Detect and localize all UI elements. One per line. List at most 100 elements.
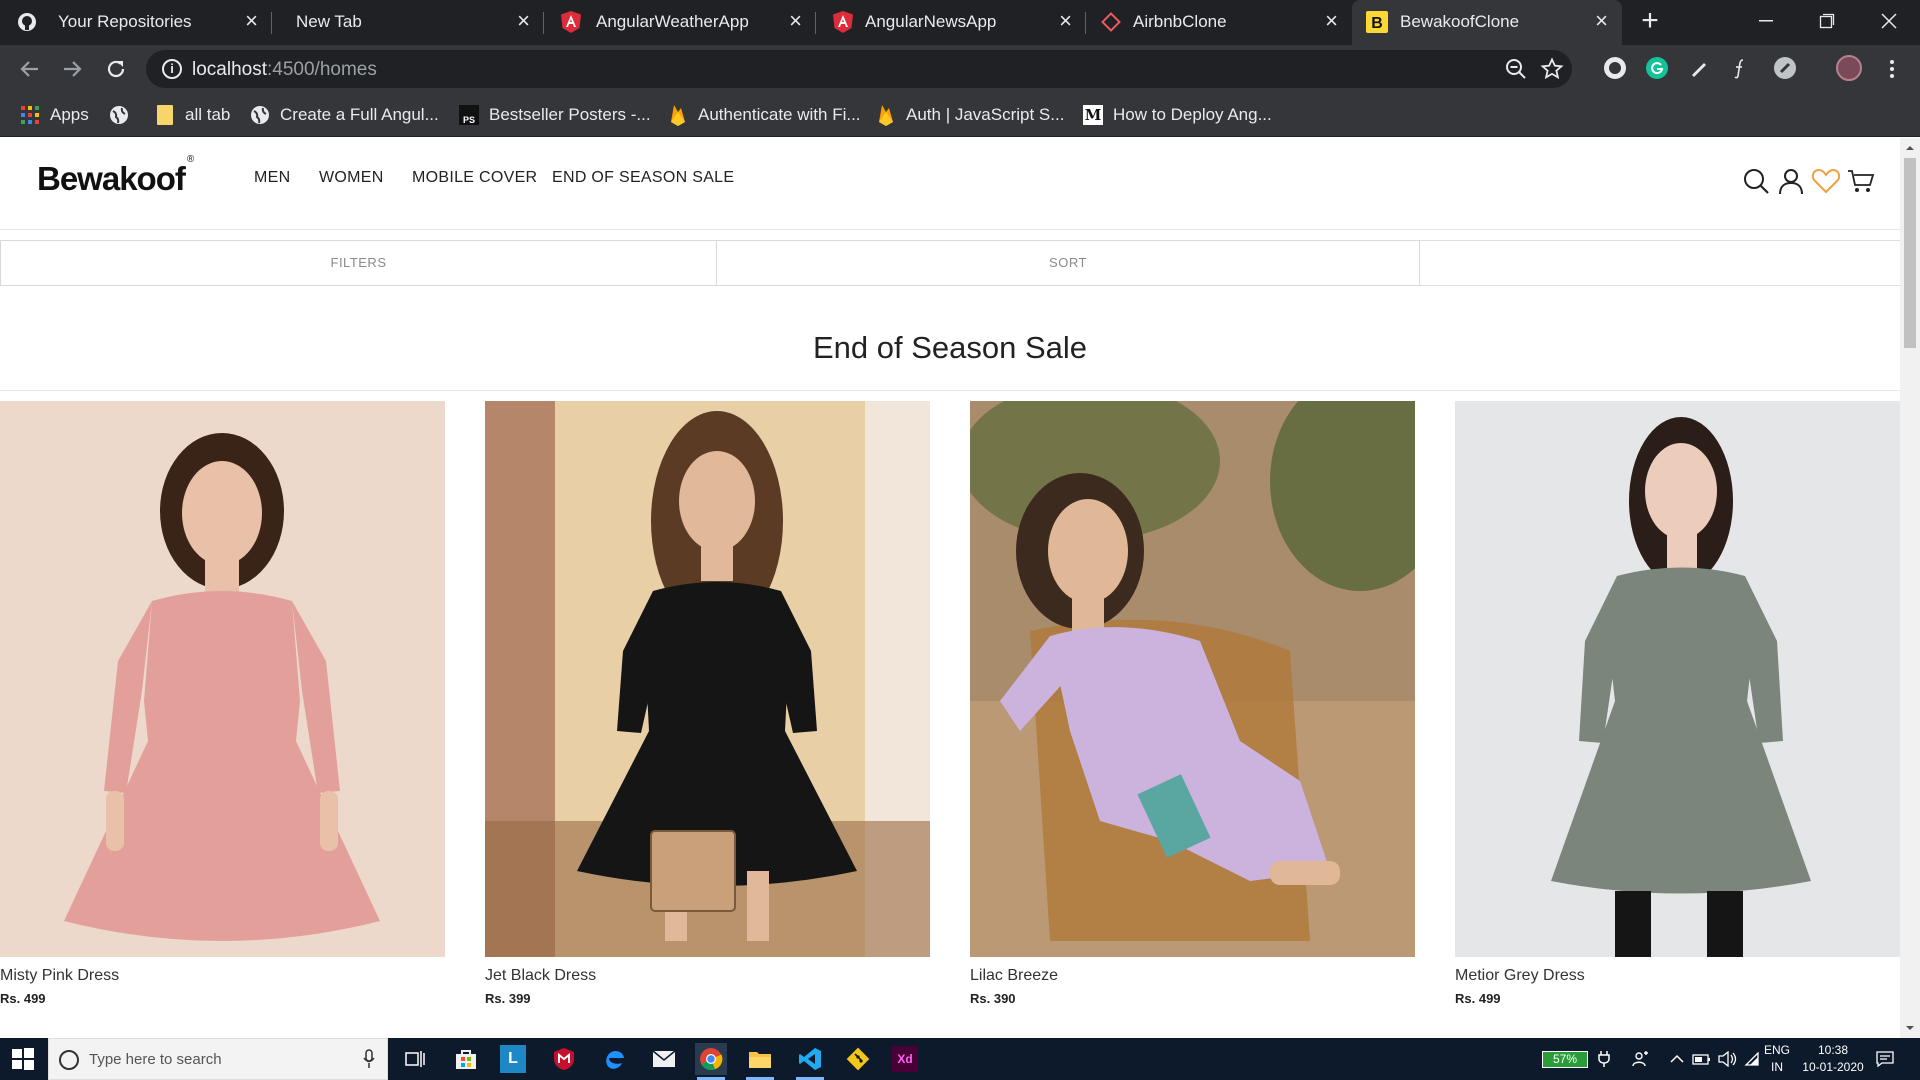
page-scrollbar[interactable] (1900, 138, 1920, 1038)
mail-icon[interactable] (648, 1043, 680, 1075)
taskbar-search-input[interactable]: Type here to search (48, 1038, 388, 1080)
volume-icon[interactable] (1718, 1038, 1738, 1080)
extension-icon[interactable] (1774, 57, 1796, 79)
product-name[interactable]: Metior Grey Dress (1455, 967, 1585, 985)
url-text[interactable]: localhost:4500/homes (192, 59, 377, 81)
product-image[interactable] (1455, 401, 1900, 957)
clock-date: 10-01-2020 (1802, 1060, 1864, 1074)
windows-taskbar: Type here to search L Xd 57% ENG IN 10:3… (0, 1038, 1920, 1080)
angular-icon (560, 11, 582, 33)
close-icon[interactable]: × (789, 9, 802, 33)
store-icon[interactable] (450, 1043, 482, 1075)
product-image[interactable] (485, 401, 930, 957)
scroll-up-arrow-icon[interactable] (1904, 142, 1916, 154)
task-view-icon[interactable] (400, 1043, 432, 1075)
product-name[interactable]: Jet Black Dress (485, 967, 596, 985)
apps-grid-icon (20, 105, 40, 125)
tab-your-repositories[interactable]: Your Repositories × (0, 0, 272, 45)
bookmark-label: all tab (185, 104, 231, 124)
close-icon[interactable]: × (1059, 9, 1072, 33)
tab-label: New Tab (296, 12, 362, 31)
menu-kebab-icon[interactable] (1876, 53, 1908, 85)
bookmark-globe[interactable] (109, 92, 139, 137)
windows-start-icon[interactable] (12, 1048, 34, 1070)
wifi-icon[interactable] (1744, 1038, 1760, 1080)
back-icon[interactable] (14, 53, 46, 85)
site-logo[interactable]: Bewakoof® (37, 154, 194, 198)
close-icon[interactable]: × (245, 9, 258, 33)
power-plug-icon[interactable] (1598, 1038, 1610, 1080)
action-center-icon[interactable] (1876, 1038, 1894, 1080)
close-icon[interactable]: × (517, 9, 530, 33)
people-icon[interactable] (1632, 1038, 1650, 1080)
edge-icon[interactable] (598, 1043, 630, 1075)
tab-angular-news-app[interactable]: AngularNewsApp × (816, 0, 1086, 45)
restore-icon[interactable] (1812, 6, 1842, 36)
bookmark-apps[interactable]: Apps (20, 92, 89, 137)
bookmark-star-icon[interactable] (1540, 57, 1564, 81)
nav-end-of-season-sale[interactable]: END OF SEASON SALE (552, 169, 734, 187)
window-close-icon[interactable] (1874, 6, 1904, 36)
vscode-icon[interactable] (794, 1043, 826, 1080)
l-app-icon[interactable]: L (500, 1045, 526, 1073)
angular-icon (832, 11, 854, 33)
product-name[interactable]: Lilac Breeze (970, 967, 1058, 985)
cart-icon[interactable] (1846, 166, 1876, 196)
reload-icon[interactable] (100, 53, 132, 85)
battery-indicator[interactable]: 57% (1542, 1051, 1588, 1068)
site-info-icon[interactable]: i (162, 59, 182, 79)
scrollbar-thumb[interactable] (1904, 158, 1916, 348)
wishlist-heart-icon[interactable] (1811, 166, 1841, 196)
close-icon[interactable]: × (1325, 9, 1338, 33)
bookmark-label: Bestseller Posters -... (489, 104, 651, 124)
bookmark-label: Create a Full Angul... (280, 104, 439, 124)
taskbar-clock[interactable]: 10:38 10-01-2020 (1800, 1042, 1866, 1076)
bookmark-authenticate-firebase[interactable]: Authenticate with Fi... (668, 92, 861, 137)
bookmark-auth-javascript[interactable]: Auth | JavaScript S... (876, 92, 1064, 137)
grammarly-icon[interactable] (1646, 57, 1668, 79)
profile-avatar[interactable] (1836, 55, 1862, 81)
user-icon[interactable] (1776, 166, 1806, 196)
product-price: Rs. 499 (1455, 991, 1501, 1006)
tab-angular-weather-app[interactable]: AngularWeatherApp × (544, 0, 816, 45)
network-battery-icon[interactable] (1692, 1038, 1712, 1080)
bookmark-all-tab[interactable]: all tab (155, 92, 230, 137)
show-hidden-icons-chevron-icon[interactable] (1670, 1038, 1684, 1080)
nav-women[interactable]: WOMEN (319, 169, 384, 187)
pen-extension-icon[interactable] (1688, 57, 1710, 79)
filters-button[interactable]: FILTERS (0, 240, 717, 286)
microphone-icon[interactable] (363, 1049, 375, 1074)
bookmark-bestseller-posters[interactable]: PS Bestseller Posters -... (459, 92, 651, 137)
section-title: End of Season Sale (812, 330, 1088, 365)
sort-button[interactable]: SORT (716, 240, 1420, 286)
product-name[interactable]: Misty Pink Dress (0, 967, 119, 985)
mcafee-icon[interactable] (548, 1043, 580, 1075)
zoom-icon[interactable] (1504, 57, 1528, 81)
product-image[interactable] (0, 401, 445, 957)
tab-airbnb-clone[interactable]: AirbnbClone × (1086, 0, 1352, 45)
bookmark-how-to-deploy[interactable]: M How to Deploy Ang... (1083, 92, 1272, 137)
minimize-icon[interactable] (1751, 6, 1781, 36)
file-explorer-icon[interactable] (744, 1043, 776, 1080)
tab-bewakoof-clone[interactable]: B BewakoofClone × (1352, 0, 1622, 45)
tab-new-tab[interactable]: New Tab × (272, 0, 544, 45)
scroll-down-arrow-icon[interactable] (1904, 1022, 1916, 1034)
tab-label: Your Repositories (58, 12, 192, 31)
clock-time: 10:38 (1817, 1043, 1849, 1057)
formula-extension-icon[interactable] (1730, 57, 1752, 79)
close-icon[interactable]: × (1595, 9, 1608, 33)
forward-icon[interactable] (56, 53, 88, 85)
nav-mobile-cover[interactable]: MOBILE COVER (412, 169, 537, 187)
git-icon[interactable] (842, 1043, 874, 1075)
bookmark-create-full-angular[interactable]: Create a Full Angul... (250, 92, 439, 137)
language-indicator[interactable]: ENG IN (1762, 1042, 1792, 1076)
chrome-icon[interactable] (695, 1043, 727, 1080)
search-icon[interactable] (1741, 166, 1771, 196)
product-price: Rs. 390 (970, 991, 1016, 1006)
product-image[interactable] (970, 401, 1415, 957)
nav-men[interactable]: MEN (254, 169, 290, 187)
extension-icon[interactable] (1604, 57, 1626, 79)
address-bar[interactable]: i localhost:4500/homes (146, 50, 1572, 88)
new-tab-button[interactable]: + (1636, 6, 1664, 36)
xd-icon[interactable]: Xd (892, 1046, 918, 1072)
